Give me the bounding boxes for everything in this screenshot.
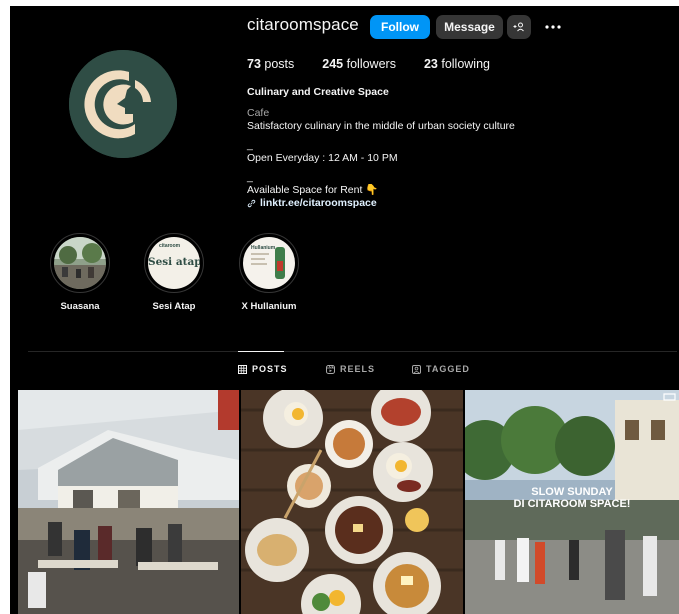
post-tile[interactable]: [241, 390, 463, 614]
highlight-label: X Hullanium: [241, 301, 297, 312]
bio-link-text: linktr.ee/citaroomspace: [260, 197, 377, 209]
following-label: following: [441, 57, 490, 71]
bio-line-rent: Available Space for Rent 👇: [247, 184, 379, 196]
profile-page: citaroomspace Follow Message 73 posts 24…: [10, 6, 679, 614]
reel-overlay-line: DI CITAROOM SPACE!: [513, 498, 631, 510]
bio-separator: _: [247, 171, 253, 183]
posts-label: posts: [264, 57, 295, 71]
profile-stats: 73 posts 245 followers 23 following: [247, 57, 518, 71]
highlight-cover-image: [54, 237, 106, 289]
tabs-divider: [28, 351, 677, 352]
bio-separator: _: [247, 139, 253, 151]
suggested-accounts-button[interactable]: [507, 15, 531, 39]
highlight-brand-text: citaroom: [159, 243, 181, 249]
profile-tabs: POSTS REELS TAGGED: [10, 364, 679, 378]
tab-reels[interactable]: REELS: [326, 364, 375, 374]
bio-line-tagline: Satisfactory culinary in the middle of u…: [247, 120, 515, 132]
post-tile-reel[interactable]: SLOW SUNDAY DI CITAROOM SPACE!: [465, 390, 679, 614]
active-tab-indicator: [238, 351, 284, 352]
reel-overlay-line: SLOW SUNDAY: [531, 486, 613, 498]
highlight-x-hullanium[interactable]: Hullanium X Hullanium: [229, 233, 309, 312]
highlight-cover-text: Sesi atap: [148, 256, 200, 268]
profile-username: citaroomspace: [247, 15, 359, 34]
highlight-ring: citaroom Sesi atap: [144, 233, 204, 293]
highlight-cover-image: Hullanium: [243, 237, 295, 289]
following-count: 23: [423, 57, 438, 71]
highlight-cover-image: citaroom Sesi atap: [148, 237, 200, 289]
highlight-ring: Hullanium: [239, 233, 299, 293]
profile-display-name: Culinary and Creative Space: [247, 86, 389, 98]
bio-link[interactable]: linktr.ee/citaroomspace: [247, 197, 667, 210]
person-add-icon: [513, 22, 524, 32]
post-tile[interactable]: [18, 390, 239, 614]
message-button[interactable]: Message: [436, 15, 503, 39]
highlight-label: Sesi Atap: [152, 301, 196, 312]
grid-icon: [238, 364, 247, 374]
post-image: [18, 390, 239, 614]
followers-count: 245: [322, 57, 344, 71]
bio-line-hours: Open Everyday : 12 AM - 10 PM: [247, 152, 398, 164]
more-options-button[interactable]: [543, 15, 563, 39]
posts-count: 73: [247, 57, 261, 71]
post-image: [241, 390, 463, 614]
highlight-label: Suasana: [60, 301, 100, 312]
posts-stat: 73 posts: [247, 57, 294, 71]
more-horizontal-icon: [545, 25, 561, 29]
highlight-suasana[interactable]: Suasana: [40, 233, 120, 312]
tagged-icon: [412, 364, 421, 374]
highlight-ring: [50, 233, 110, 293]
highlight-brand-text: Hullanium: [251, 245, 276, 251]
link-icon: [247, 199, 256, 208]
tab-label: REELS: [340, 364, 376, 374]
profile-bio: Culinary and Creative Space Cafe Satisfa…: [247, 86, 667, 210]
citaroom-logo-icon: [69, 50, 177, 158]
profile-category: Cafe: [247, 107, 270, 119]
reel-overlay-text: SLOW SUNDAY DI CITAROOM SPACE!: [465, 486, 679, 510]
highlight-sesi-atap[interactable]: citaroom Sesi atap Sesi Atap: [134, 233, 214, 312]
reels-icon: [326, 364, 335, 374]
tab-posts[interactable]: POSTS: [238, 364, 288, 374]
followers-stat[interactable]: 245 followers: [322, 57, 396, 71]
tab-label: TAGGED: [426, 364, 470, 374]
tab-label: POSTS: [252, 364, 288, 374]
tab-tagged[interactable]: TAGGED: [412, 364, 470, 374]
following-stat[interactable]: 23 following: [424, 57, 490, 71]
profile-avatar[interactable]: [69, 50, 177, 158]
followers-label: followers: [346, 57, 396, 71]
follow-button[interactable]: Follow: [370, 15, 430, 39]
